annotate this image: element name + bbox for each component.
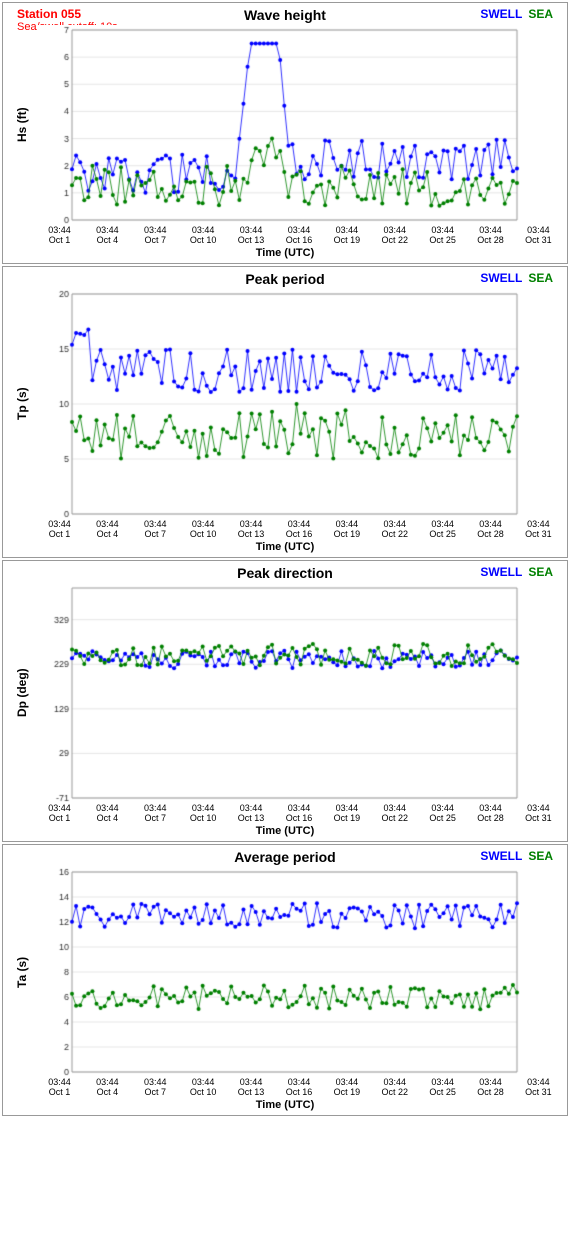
y-axis-label-peak-direction: Dp (deg): [7, 583, 37, 803]
x-tick-label: 03:44Oct 31: [516, 1077, 561, 1097]
x-tick-label: 03:44Oct 25: [420, 803, 465, 823]
x-tick-label: 03:44Oct 7: [133, 225, 178, 245]
x-tick-label: 03:44Oct 31: [516, 519, 561, 539]
chart-peak-period: Peak periodSWELLSEATp (s)03:44Oct 103:44…: [2, 266, 568, 558]
legend-sea-avg-period: SEA: [528, 849, 553, 863]
chart-title-avg-period: Average period: [234, 849, 335, 865]
x-tick-label: 03:44Oct 4: [85, 225, 130, 245]
x-ticks-wave-height: 03:44Oct 103:44Oct 403:44Oct 703:44Oct 1…: [7, 225, 563, 245]
x-tick-label: 03:44Oct 19: [324, 803, 369, 823]
x-tick-label: 03:44Oct 4: [85, 1077, 130, 1097]
legend-swell-peak-direction: SWELL: [480, 565, 522, 579]
x-tick-label: 03:44Oct 1: [37, 225, 82, 245]
x-axis-label-peak-period: Time (UTC): [7, 541, 563, 553]
x-tick-label: 03:44Oct 19: [324, 1077, 369, 1097]
x-tick-label: 03:44Oct 28: [468, 803, 513, 823]
x-tick-label: 03:44Oct 13: [229, 803, 274, 823]
x-tick-label: 03:44Oct 25: [420, 519, 465, 539]
x-tick-label: 03:44Oct 19: [324, 225, 369, 245]
x-tick-label: 03:44Oct 4: [85, 803, 130, 823]
chart-title-peak-period: Peak period: [245, 271, 324, 287]
x-tick-label: 03:44Oct 10: [181, 519, 226, 539]
x-tick-label: 03:44Oct 28: [468, 519, 513, 539]
x-tick-label: 03:44Oct 22: [372, 519, 417, 539]
x-tick-label: 03:44Oct 16: [276, 1077, 321, 1097]
chart-canvas-peak-direction: [37, 583, 527, 803]
x-tick-label: 03:44Oct 25: [420, 225, 465, 245]
chart-canvas-wave-height: [37, 25, 527, 225]
legend-sea-wave-height: SEA: [528, 7, 553, 21]
station-name: Station 055: [17, 7, 81, 21]
y-axis-label-wave-height: Hs (ft): [7, 25, 37, 225]
chart-canvas-peak-period: [37, 289, 527, 519]
x-tick-label: 03:44Oct 28: [468, 1077, 513, 1097]
x-axis-label-avg-period: Time (UTC): [7, 1099, 563, 1111]
chart-peak-direction: Peak directionSWELLSEADp (deg)03:44Oct 1…: [2, 560, 568, 842]
x-tick-label: 03:44Oct 31: [516, 803, 561, 823]
x-tick-label: 03:44Oct 13: [229, 519, 274, 539]
x-ticks-avg-period: 03:44Oct 103:44Oct 403:44Oct 703:44Oct 1…: [7, 1077, 563, 1097]
x-tick-label: 03:44Oct 1: [37, 803, 82, 823]
legend-swell-avg-period: SWELL: [480, 849, 522, 863]
y-axis-label-avg-period: Ta (s): [7, 867, 37, 1077]
x-tick-label: 03:44Oct 31: [516, 225, 561, 245]
chart-title-wave-height: Wave height: [244, 7, 326, 23]
x-tick-label: 03:44Oct 1: [37, 1077, 82, 1097]
x-tick-label: 03:44Oct 7: [133, 519, 178, 539]
y-axis-label-peak-period: Tp (s): [7, 289, 37, 519]
legend-sea-peak-period: SEA: [528, 271, 553, 285]
x-tick-label: 03:44Oct 13: [229, 1077, 274, 1097]
x-tick-label: 03:44Oct 16: [276, 803, 321, 823]
x-tick-label: 03:44Oct 4: [85, 519, 130, 539]
x-tick-label: 03:44Oct 16: [276, 519, 321, 539]
chart-canvas-avg-period: [37, 867, 527, 1077]
x-ticks-peak-direction: 03:44Oct 103:44Oct 403:44Oct 703:44Oct 1…: [7, 803, 563, 823]
x-tick-label: 03:44Oct 22: [372, 1077, 417, 1097]
x-axis-label-wave-height: Time (UTC): [7, 247, 563, 259]
x-tick-label: 03:44Oct 10: [181, 1077, 226, 1097]
x-tick-label: 03:44Oct 10: [181, 803, 226, 823]
x-ticks-peak-period: 03:44Oct 103:44Oct 403:44Oct 703:44Oct 1…: [7, 519, 563, 539]
chart-avg-period: Average periodSWELLSEATa (s)03:44Oct 103…: [2, 844, 568, 1116]
x-tick-label: 03:44Oct 10: [181, 225, 226, 245]
x-tick-label: 03:44Oct 7: [133, 1077, 178, 1097]
legend-swell-wave-height: SWELL: [480, 7, 522, 21]
x-tick-label: 03:44Oct 22: [372, 225, 417, 245]
x-tick-label: 03:44Oct 7: [133, 803, 178, 823]
x-tick-label: 03:44Oct 13: [229, 225, 274, 245]
chart-wave-height: Station 055Sea/swell cutoff: 10sWave hei…: [2, 2, 568, 264]
x-tick-label: 03:44Oct 16: [276, 225, 321, 245]
x-tick-label: 03:44Oct 1: [37, 519, 82, 539]
x-axis-label-peak-direction: Time (UTC): [7, 825, 563, 837]
x-tick-label: 03:44Oct 25: [420, 1077, 465, 1097]
x-tick-label: 03:44Oct 22: [372, 803, 417, 823]
chart-title-peak-direction: Peak direction: [237, 565, 333, 581]
x-tick-label: 03:44Oct 19: [324, 519, 369, 539]
x-tick-label: 03:44Oct 28: [468, 225, 513, 245]
legend-sea-peak-direction: SEA: [528, 565, 553, 579]
legend-swell-peak-period: SWELL: [480, 271, 522, 285]
